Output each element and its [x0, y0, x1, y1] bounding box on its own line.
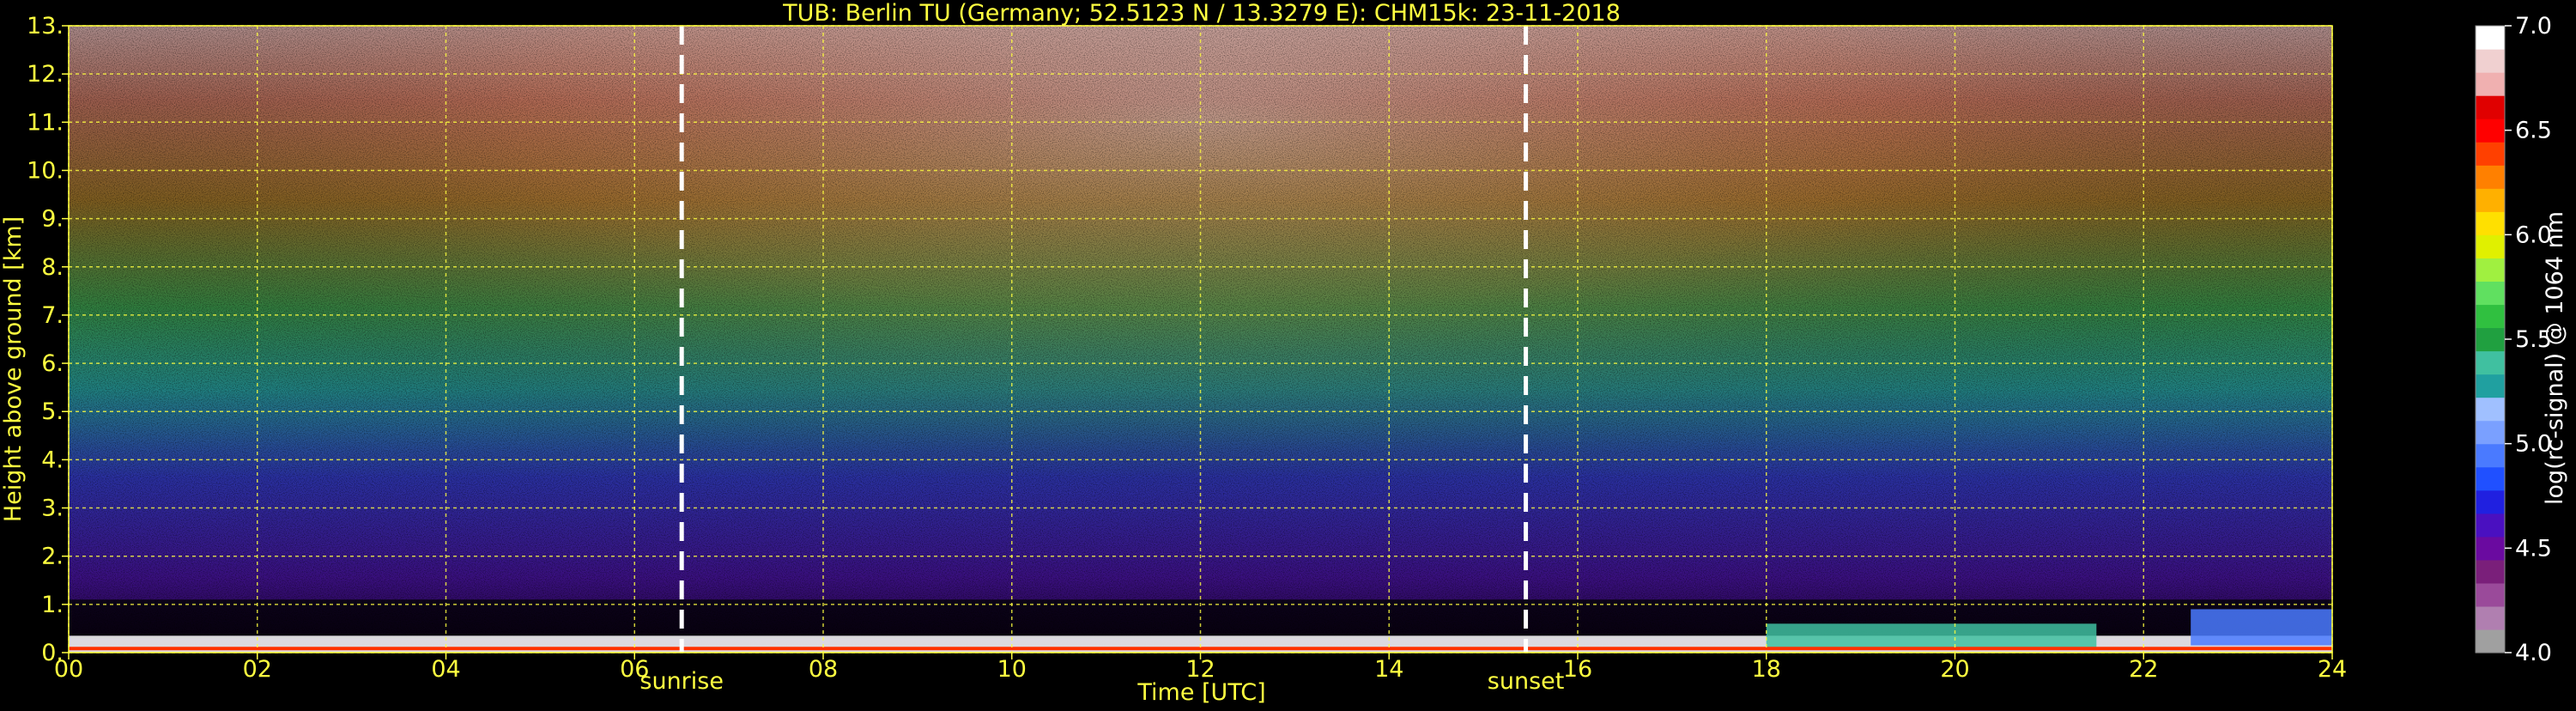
colorbar-segment: [2476, 513, 2505, 538]
colorbar-tick-label: 4.0: [2515, 640, 2552, 666]
x-tick-label: 02: [243, 656, 272, 683]
x-tick-label: 16: [1563, 656, 1592, 683]
x-tick-label: 22: [2129, 656, 2158, 683]
colorbar-segment: [2476, 72, 2505, 96]
y-tick-label: 1.: [41, 592, 64, 618]
y-tick-label: 8.: [41, 254, 64, 281]
y-tick-label: 9.: [41, 206, 64, 233]
colorbar-label: log(rc-signal) @ 1064 nm: [2542, 211, 2568, 505]
x-tick-label: 08: [809, 656, 838, 683]
y-tick-label: 13.: [27, 13, 64, 40]
marker-label-sunrise: sunrise: [639, 668, 724, 695]
colorbar-segment: [2476, 327, 2505, 352]
y-tick-label: 3.: [41, 495, 64, 522]
x-tick-label: 10: [997, 656, 1027, 683]
colorbar-segment: [2476, 489, 2505, 514]
colorbar-segment: [2476, 258, 2505, 283]
colorbar-segment: [2476, 536, 2505, 561]
plot-background: [69, 26, 2332, 653]
colorbar-segment: [2476, 304, 2505, 329]
colorbar-segment: [2476, 582, 2505, 607]
marker-label-sunset: sunset: [1488, 668, 1565, 695]
y-tick-label: 0.: [41, 640, 64, 666]
y-tick-label: 7.: [41, 302, 64, 329]
y-tick-label: 5.: [41, 398, 64, 425]
colorbar-segment: [2476, 466, 2505, 491]
feature-clouds-late: [2191, 609, 2332, 646]
colorbar-segment: [2476, 420, 2505, 445]
y-tick-label: 6.: [41, 350, 64, 377]
y-tick-label: 10.: [27, 157, 64, 184]
x-tick-label: 14: [1374, 656, 1403, 683]
colorbar-tick-label: 4.5: [2515, 535, 2552, 562]
colorbar-segment: [2476, 281, 2505, 306]
colorbar-segment: [2476, 397, 2505, 422]
colorbar-segment: [2476, 350, 2505, 375]
colorbar-segment: [2476, 629, 2505, 653]
x-axis-label: Time [UTC]: [1136, 679, 1265, 706]
chart-title: TUB: Berlin TU (Germany; 52.5123 N / 13.…: [782, 0, 1621, 27]
colorbar-segment: [2476, 142, 2505, 166]
colorbar-segment: [2476, 26, 2505, 50]
colorbar-segment: [2476, 443, 2505, 468]
x-tick-label: 20: [1940, 656, 1969, 683]
x-tick-label: 04: [431, 656, 460, 683]
colorbar-segment: [2476, 95, 2505, 119]
colorbar-segment: [2476, 165, 2505, 189]
colorbar-segment: [2476, 188, 2505, 212]
colorbar-segment: [2476, 211, 2505, 235]
colorbar: 4.04.55.05.56.06.57.0: [2475, 13, 2552, 666]
y-tick-label: 12.: [27, 61, 64, 88]
colorbar-tick-label: 6.5: [2515, 118, 2552, 144]
speckle-noise: [69, 26, 2332, 653]
colorbar-segment: [2476, 605, 2505, 630]
colorbar-segment: [2476, 559, 2505, 584]
x-tick-label: 24: [2318, 656, 2347, 683]
y-tick-label: 2.: [41, 544, 64, 570]
x-tick-label: 06: [620, 656, 649, 683]
y-tick-label: 4.: [41, 447, 64, 473]
colorbar-tick-label: 7.0: [2515, 13, 2552, 40]
colorbar-segment: [2476, 118, 2505, 143]
lidar-quicklook: sunrise sunset 00 02 04 06 08 10 12 14 16 18 20 22 24…: [0, 0, 2576, 708]
colorbar-segment: [2476, 374, 2505, 398]
y-tick-label: 11.: [27, 109, 64, 136]
x-tick-label: 18: [1752, 656, 1781, 683]
colorbar-segment: [2476, 234, 2505, 258]
y-axis-label: Height above ground [km]: [0, 216, 27, 522]
chart-svg: sunrise sunset 00 02 04 06 08 10 12 14 16 18 20 22 24…: [0, 0, 2568, 706]
colorbar-segment: [2476, 49, 2505, 73]
feature-low-cloud: [1766, 623, 2097, 648]
